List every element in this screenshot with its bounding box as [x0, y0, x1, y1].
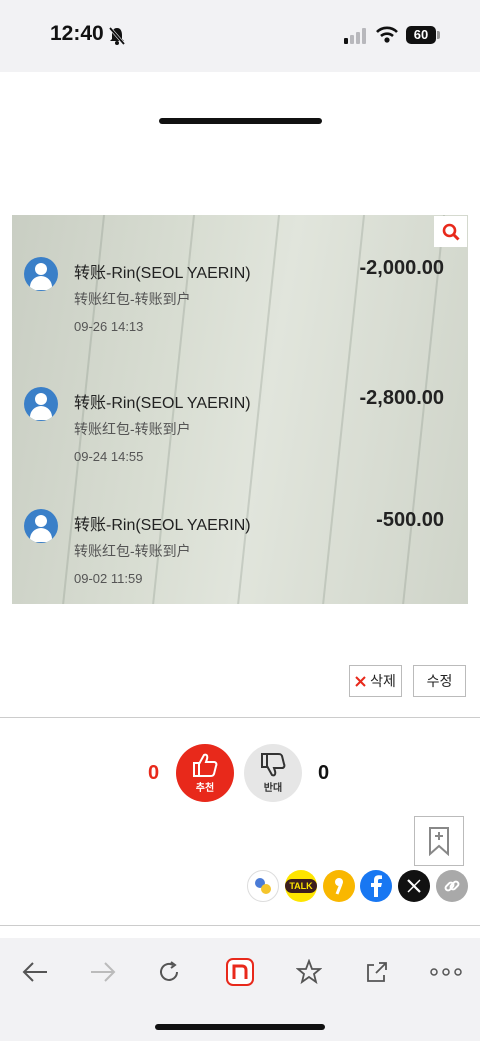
user-avatar-icon — [24, 387, 58, 421]
transaction-memo: 转账红包-转账到户 — [74, 291, 191, 307]
band-glyph — [255, 878, 271, 894]
kakaotalk-label: TALK — [285, 879, 317, 893]
band-icon[interactable] — [247, 870, 279, 902]
delete-label: 삭제 — [370, 673, 396, 689]
bookmark-star-icon[interactable] — [292, 955, 326, 989]
transaction-amount: -2,800.00 — [359, 387, 444, 409]
kakaostory-icon[interactable] — [323, 870, 355, 902]
bottom-divider — [0, 925, 480, 926]
transaction-amount: -500.00 — [376, 509, 444, 531]
cell-signal-icon — [344, 28, 366, 44]
bell-muted-icon — [108, 27, 126, 45]
transaction-memo: 转账红包-转账到户 — [74, 543, 191, 559]
delete-button[interactable]: 삭제 — [349, 665, 402, 697]
downvote-count: 0 — [318, 762, 330, 784]
transaction-row: 转账-Rin(SEOL YAERIN) 转账红包-转账到户 09-26 14:1… — [24, 257, 464, 347]
x-icon[interactable] — [398, 870, 430, 902]
thumbs-up-icon — [193, 753, 218, 777]
user-avatar-icon — [24, 509, 58, 543]
transaction-name: 转账-Rin(SEOL YAERIN) — [74, 395, 251, 412]
downvote-label: 반대 — [263, 783, 283, 794]
home-indicator — [155, 1024, 325, 1030]
edit-label: 수정 — [426, 673, 453, 689]
magnifier-icon — [442, 223, 460, 241]
upvote-count: 0 — [148, 762, 160, 784]
thumbs-down-icon — [261, 753, 286, 777]
downvote-button[interactable]: 반대 — [244, 744, 302, 802]
x-glyph — [407, 879, 421, 893]
upvote-button[interactable]: 추천 — [176, 744, 234, 802]
facebook-glyph — [371, 875, 382, 897]
battery-level: 60 — [413, 27, 429, 42]
transaction-date: 09-24 14:55 — [74, 449, 144, 464]
battery-icon: 60 — [406, 26, 436, 44]
browser-toolbar — [0, 938, 480, 1041]
bookmark-plus-icon — [429, 827, 449, 856]
sheet-handle[interactable] — [159, 118, 322, 124]
facebook-icon[interactable] — [360, 870, 392, 902]
kakaotalk-icon[interactable]: TALK — [285, 870, 317, 902]
link-icon[interactable] — [436, 870, 468, 902]
transaction-row: 转账-Rin(SEOL YAERIN) 转账红包-转账到户 09-02 11:5… — [24, 509, 464, 599]
user-avatar-icon — [24, 257, 58, 291]
transaction-memo: 转账红包-转账到户 — [74, 421, 191, 437]
upvote-label: 추천 — [195, 783, 215, 794]
bookmark-button[interactable] — [414, 816, 464, 866]
transaction-row: 转账-Rin(SEOL YAERIN) 转账红包-转账到户 09-24 14:5… — [24, 387, 464, 477]
reload-icon[interactable] — [152, 955, 186, 989]
status-bar: 12:40 60 — [0, 0, 480, 72]
transaction-date: 09-26 14:13 — [74, 319, 144, 334]
transaction-name: 转账-Rin(SEOL YAERIN) — [74, 517, 251, 534]
link-glyph — [444, 880, 460, 892]
section-divider — [0, 717, 480, 718]
more-icon[interactable] — [428, 955, 464, 989]
wifi-icon — [376, 26, 398, 43]
forward-icon[interactable] — [86, 955, 120, 989]
close-icon — [355, 675, 366, 687]
status-time: 12:40 — [50, 22, 104, 45]
transaction-photo[interactable]: 转账-Rin(SEOL YAERIN) 转账红包-转账到户 09-26 14:1… — [12, 215, 468, 604]
battery-nub — [437, 31, 440, 39]
naver-icon[interactable] — [223, 955, 257, 989]
zoom-button[interactable] — [434, 216, 467, 247]
transaction-amount: -2,000.00 — [359, 257, 444, 279]
transaction-name: 转账-Rin(SEOL YAERIN) — [74, 265, 251, 282]
kakaostory-glyph — [335, 878, 343, 895]
transaction-date: 09-02 11:59 — [74, 571, 143, 586]
back-icon[interactable] — [18, 955, 52, 989]
share-icon[interactable] — [360, 955, 394, 989]
edit-button[interactable]: 수정 — [413, 665, 466, 697]
